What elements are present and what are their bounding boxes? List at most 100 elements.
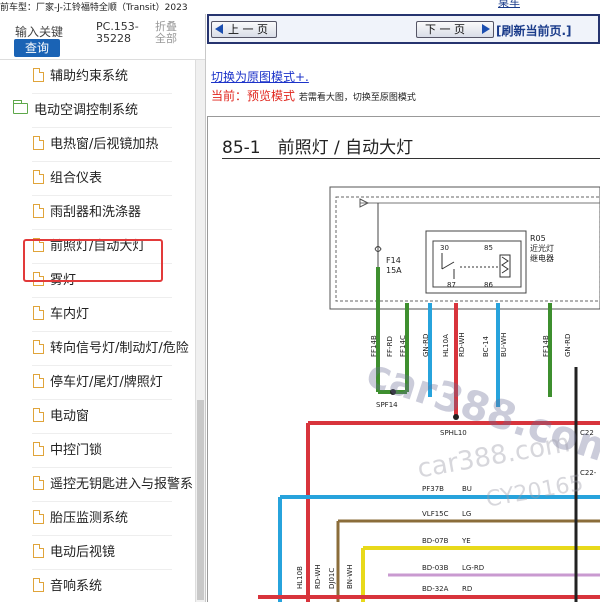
wire-label-9: FF14B	[542, 335, 550, 357]
bottom-label-4: BN-WH	[346, 565, 354, 589]
tree-item[interactable]: 车内灯	[33, 298, 89, 332]
document-icon	[33, 203, 44, 218]
document-icon	[33, 135, 44, 150]
tree-item[interactable]: 遥控无钥匙进入与报警系	[33, 468, 193, 502]
next-page-label: 下 一 页	[425, 23, 465, 36]
bus-circuit-2: VLF15C	[422, 510, 449, 518]
tree-item-label: 音响系统	[50, 579, 103, 594]
tree-item-label: 车内灯	[50, 307, 90, 322]
relay-desc-2: 继电器	[530, 253, 554, 263]
bus-color-1: BU	[462, 485, 472, 493]
window-titlebar: 前车型：厂家-J-江铃福特全顺（Transit）2023 桌车	[0, 0, 600, 14]
tree-item[interactable]: 辅助约束系统	[33, 60, 128, 94]
fuse-name: F14	[386, 256, 401, 265]
arrow-left-icon	[215, 24, 223, 34]
document-icon	[33, 475, 44, 490]
wire-label-8: BU-WH	[500, 333, 508, 357]
relay-pin-85: 85	[484, 244, 493, 252]
document-icon	[33, 169, 44, 184]
tree-item-label: 电热窗/后视镜加热	[50, 137, 159, 152]
bottom-label-1: HL10B	[296, 566, 304, 589]
page-navbar: 上 一 页 下 一 页 [刷新当前页.]	[207, 14, 600, 44]
wire-label-6: RD-WH	[458, 332, 466, 357]
tree-item-label: 中控门锁	[50, 443, 103, 458]
prev-page-button[interactable]: 上 一 页	[211, 21, 277, 38]
selection-highlight	[23, 239, 163, 282]
bus-color-2: LG	[462, 510, 471, 518]
document-icon	[33, 305, 44, 320]
tree-item[interactable]: 电热窗/后视镜加热	[33, 128, 158, 162]
bus-circuit-4: BD-03B	[422, 564, 449, 572]
watermark-3: CY20165	[484, 471, 585, 513]
tree-item-label: 辅助约束系统	[50, 69, 129, 84]
connector-label-2: C22-	[580, 469, 597, 477]
tree-item-label: 电动空调控制系统	[34, 103, 139, 118]
document-icon	[33, 67, 44, 82]
splice-label-sphl10: SPHL10	[440, 429, 467, 437]
scrollbar-thumb[interactable]	[197, 400, 204, 600]
manual-code: PC.153-35228	[96, 20, 139, 45]
relay-pin-30: 30	[440, 244, 449, 252]
document-icon	[33, 339, 44, 354]
tree-item[interactable]: 停车灯/尾灯/牌照灯	[33, 366, 163, 400]
tree-item[interactable]: 中控门锁	[33, 434, 102, 468]
tree-item[interactable]: 胎压监测系统	[33, 502, 128, 536]
collapse-all-button[interactable]: 折叠全部	[155, 21, 185, 45]
next-page-button[interactable]: 下 一 页	[416, 21, 494, 38]
document-icon	[33, 441, 44, 456]
corner-link[interactable]: 桌车	[498, 0, 520, 10]
tree-item-label: 电动窗	[50, 409, 90, 424]
relay-name: R05	[530, 234, 546, 243]
tree-folder[interactable]: 电动空调控制系统	[13, 94, 138, 128]
fuse-f14: F14 15A	[374, 203, 402, 275]
current-mode-label: 当前：预览模式	[211, 89, 296, 103]
tree-item[interactable]: 转向信号灯/制动灯/危险	[33, 332, 189, 366]
refresh-page-link[interactable]: [刷新当前页.]	[496, 22, 572, 39]
tree-item-label: 雨刮器和洗涤器	[50, 205, 142, 220]
tree-item[interactable]: 电动后视镜	[33, 536, 115, 570]
tree-item-label: 转向信号灯/制动灯/危险	[50, 341, 189, 356]
tree-item[interactable]: 组合仪表	[33, 162, 102, 196]
tree-item[interactable]: 音响系统	[33, 570, 102, 602]
bottom-label-2: RD-WH	[314, 564, 322, 589]
tree-item[interactable]: 雨刮器和洗涤器	[33, 196, 141, 230]
bus-color-3: YE	[461, 537, 471, 545]
tree-item-label: 遥控无钥匙进入与报警系	[50, 477, 194, 492]
relay-pin-86: 86	[484, 281, 493, 289]
keyword-input[interactable]: 输入关键	[15, 23, 63, 40]
wire-label-3: FF14C	[399, 335, 407, 357]
document-icon	[33, 407, 44, 422]
document-icon	[33, 543, 44, 558]
content-panel: 上 一 页 下 一 页 [刷新当前页.] 切换为原图模式+. 当前：预览模式 若…	[207, 14, 600, 602]
folder-icon	[13, 100, 28, 114]
left-panel: 输入关键 查询 PC.153-35228 折叠全部 辅助约束系统 电动空调控制系统…	[0, 14, 206, 602]
wiring-diagram: F14 15A R05 近光灯 继电器 30 85 87 86 FF14B FF…	[258, 186, 600, 602]
document-icon	[33, 577, 44, 592]
prev-page-label: 上 一 页	[228, 23, 268, 36]
bottom-label-3: DJ01C	[328, 568, 336, 589]
fuse-box-dashed-outline	[335, 196, 600, 302]
bus-color-5: RD	[462, 585, 472, 593]
tree-scrollbar[interactable]	[195, 60, 205, 602]
search-area: 输入关键 查询 PC.153-35228 折叠全部	[0, 14, 205, 60]
wire-label-10: GN-RD	[564, 334, 572, 357]
wire-label-5: HL10A	[442, 334, 450, 357]
document-page: 85-1 前照灯 / 自动大灯 F14 15A R05 近光灯 继电器 30 8…	[207, 116, 600, 602]
bus-color-4: LG-RD	[462, 564, 484, 572]
wire-label-7: BC-14	[482, 335, 490, 357]
tree-item-label: 停车灯/尾灯/牌照灯	[50, 375, 163, 390]
tree-item-label: 组合仪表	[50, 171, 103, 186]
fuse-rating: 15A	[386, 266, 402, 275]
document-icon	[33, 509, 44, 524]
tree-item[interactable]: 电动窗	[33, 400, 89, 434]
switch-original-mode-link[interactable]: 切换为原图模式+.	[211, 68, 309, 85]
bus-circuit-5: BD-32A	[422, 585, 449, 593]
current-mode-hint: 若需看大图，切换至原图模式	[298, 93, 416, 103]
bus-circuit-3: BD-07B	[422, 537, 449, 545]
wire-label-4: GN-RD	[422, 334, 430, 357]
query-button[interactable]: 查询	[14, 39, 60, 57]
document-icon	[33, 373, 44, 388]
arrow-right-icon	[482, 24, 490, 34]
relay-desc-1: 近光灯	[530, 243, 554, 253]
fuse-box-outline	[329, 186, 600, 310]
